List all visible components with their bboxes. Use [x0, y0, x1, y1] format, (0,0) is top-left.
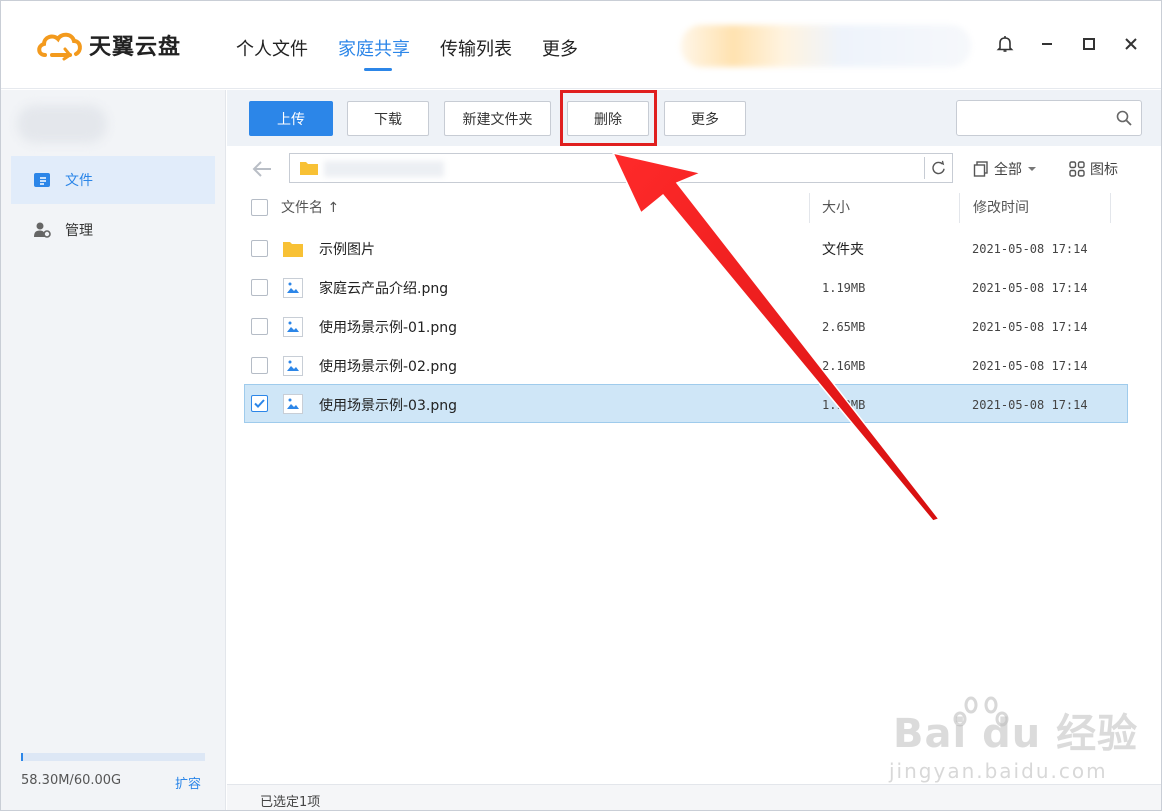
sidebar: 文件 管理 58.30M/60.00G 扩容	[1, 90, 226, 810]
file-name: 家庭云产品介绍.png	[319, 280, 449, 297]
row-checkbox[interactable]	[251, 318, 268, 335]
view-mode-toggle[interactable]: 图标	[1069, 159, 1118, 179]
cloud-logo-icon	[37, 32, 82, 61]
toolbar: 上传 下载 新建文件夹 删除 更多	[227, 90, 1161, 146]
file-modified: 2021-05-08 17:14	[972, 397, 1088, 412]
storage-quota-bar	[21, 753, 205, 761]
table-row-selected[interactable]: 使用场景示例-03.png 1.93MB 2021-05-08 17:14	[244, 384, 1128, 423]
table-row[interactable]: 示例图片 文件夹 2021-05-08 17:14	[244, 229, 1128, 268]
maximize-icon[interactable]	[1079, 31, 1099, 57]
file-size: 文件夹	[822, 241, 864, 258]
new-folder-button[interactable]: 新建文件夹	[444, 101, 551, 136]
nav-more[interactable]: 更多	[542, 35, 578, 61]
sidebar-item-label: 管理	[65, 223, 93, 239]
path-bar[interactable]	[289, 153, 953, 183]
chevron-down-icon	[1028, 167, 1036, 171]
file-name: 使用场景示例-02.png	[319, 358, 457, 375]
search-icon[interactable]	[1116, 110, 1132, 126]
watermark-url: jingyan.baidu.com	[889, 759, 1108, 783]
column-header-name[interactable]: 文件名 ↑	[281, 189, 339, 225]
file-modified: 2021-05-08 17:14	[972, 319, 1088, 334]
logo: 天翼云盘	[35, 29, 181, 61]
storage-quota-fill	[21, 753, 23, 761]
storage-quota-text: 58.30M/60.00G	[21, 773, 122, 788]
column-header-modified[interactable]: 修改时间	[973, 189, 1029, 225]
main-nav: 个人文件 家庭共享 传输列表 更多	[236, 35, 608, 71]
column-divider	[1110, 193, 1111, 223]
view-mode-label: 图标	[1090, 162, 1118, 178]
blurred-user-banner	[681, 25, 971, 67]
file-size: 1.19MB	[822, 280, 866, 295]
row-checkbox[interactable]	[251, 240, 268, 257]
status-bar: 已选定1项	[227, 784, 1161, 810]
search-input[interactable]	[956, 100, 1142, 136]
title-bar: 天翼云盘 个人文件 家庭共享 传输列表 更多	[1, 1, 1161, 89]
file-modified: 2021-05-08 17:14	[972, 241, 1088, 256]
blurred-avatar	[17, 105, 107, 143]
column-divider	[959, 193, 960, 223]
nav-personal-files[interactable]: 个人文件	[236, 35, 308, 61]
upload-button[interactable]: 上传	[249, 101, 333, 136]
filter-label: 全部	[994, 162, 1022, 178]
nav-family-share[interactable]: 家庭共享	[338, 35, 410, 71]
file-name: 示例图片	[319, 241, 375, 258]
sidebar-item-label: 文件	[65, 173, 93, 189]
file-icon	[34, 173, 50, 187]
image-file-icon	[283, 356, 303, 376]
logo-text: 天翼云盘	[89, 35, 182, 60]
close-icon[interactable]	[1121, 31, 1141, 57]
folder-icon	[300, 162, 318, 175]
file-size: 2.65MB	[822, 319, 866, 334]
selection-status: 已选定1项	[260, 795, 321, 810]
blurred-path	[324, 161, 444, 177]
refresh-icon[interactable]	[924, 157, 948, 179]
image-file-icon	[283, 317, 303, 337]
table-row[interactable]: 使用场景示例-02.png 2.16MB 2021-05-08 17:14	[244, 346, 1128, 385]
sidebar-item-files[interactable]: 文件	[11, 156, 215, 204]
expand-storage-link[interactable]: 扩容	[175, 773, 201, 792]
checkmark-icon	[254, 399, 265, 408]
table-row[interactable]: 家庭云产品介绍.png 1.19MB 2021-05-08 17:14	[244, 268, 1128, 307]
column-divider	[809, 193, 810, 223]
minimize-icon[interactable]	[1037, 31, 1057, 57]
file-name: 使用场景示例-03.png	[319, 397, 457, 414]
image-file-icon	[283, 394, 303, 414]
image-file-icon	[283, 278, 303, 298]
filter-dropdown[interactable]: 全部	[973, 159, 1037, 179]
file-name: 使用场景示例-01.png	[319, 319, 457, 336]
copy-icon	[973, 161, 988, 177]
table-row[interactable]: 使用场景示例-01.png 2.65MB 2021-05-08 17:14	[244, 307, 1128, 346]
file-modified: 2021-05-08 17:14	[972, 280, 1088, 295]
file-size: 1.93MB	[822, 397, 866, 412]
bell-icon[interactable]	[995, 31, 1015, 57]
download-button[interactable]: 下载	[347, 101, 429, 136]
sidebar-item-manage[interactable]: 管理	[11, 206, 215, 254]
file-table-header: 文件名 ↑ 大小 修改时间	[244, 189, 1128, 225]
file-size: 2.16MB	[822, 358, 866, 373]
more-button[interactable]: 更多	[664, 101, 746, 136]
app-window: 天翼云盘 个人文件 家庭共享 传输列表 更多 文件 管理 58.30M/60.0…	[0, 0, 1162, 811]
window-controls	[995, 31, 1141, 57]
user-manage-icon	[34, 222, 51, 238]
row-checkbox[interactable]	[251, 357, 268, 374]
delete-button-highlight	[560, 90, 657, 146]
nav-transfer-list[interactable]: 传输列表	[440, 35, 512, 61]
column-header-size[interactable]: 大小	[822, 189, 850, 225]
file-modified: 2021-05-08 17:14	[972, 358, 1088, 373]
back-arrow-icon[interactable]	[251, 159, 273, 179]
watermark-text: Bai du 经验	[893, 711, 1139, 757]
folder-icon	[283, 242, 303, 257]
select-all-checkbox[interactable]	[251, 199, 268, 216]
grid-icon	[1069, 161, 1085, 177]
row-checkbox-checked[interactable]	[251, 395, 268, 412]
row-checkbox[interactable]	[251, 279, 268, 296]
